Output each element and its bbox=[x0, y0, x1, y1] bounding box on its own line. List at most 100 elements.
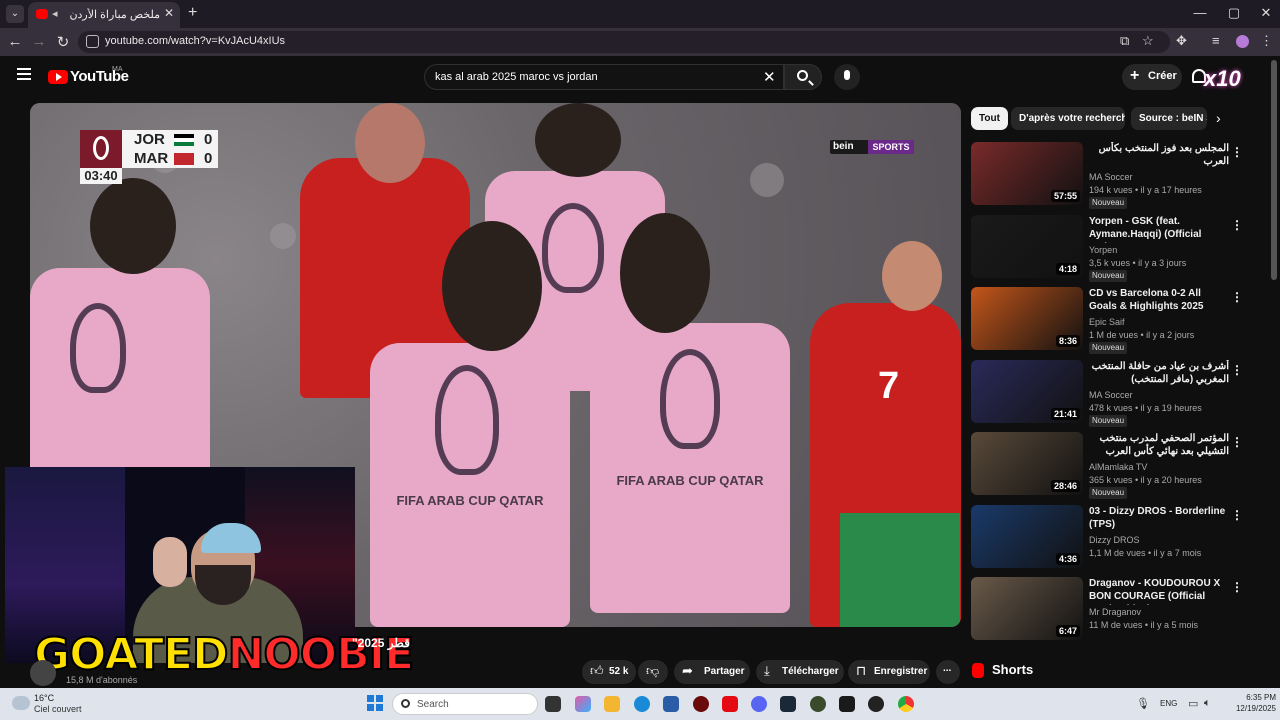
browser-tab-active[interactable]: ◂ ملخص مباراة الأردن والمغرب 2-3 ✕ bbox=[28, 2, 180, 28]
channel-name[interactable]: MA Soccer bbox=[1089, 172, 1133, 182]
channel-name[interactable]: Dizzy DROS bbox=[1089, 535, 1140, 545]
taskbar-search-input[interactable]: Search bbox=[392, 693, 538, 715]
channel-name[interactable]: Yorpen bbox=[1089, 245, 1117, 255]
site-info-icon[interactable] bbox=[86, 35, 99, 48]
recommended-video[interactable]: 28:46 المؤتمر الصحفي لمدرب منتخب التشيلي … bbox=[971, 432, 1261, 499]
bookmark-star-icon[interactable]: ☆ bbox=[1142, 33, 1154, 49]
clock-time[interactable]: 6:35 PM bbox=[1224, 693, 1276, 702]
edge-icon[interactable] bbox=[634, 696, 650, 712]
video-thumbnail[interactable]: 4:18 bbox=[971, 214, 1083, 278]
youtube-logo-icon[interactable] bbox=[48, 70, 68, 84]
address-bar[interactable]: youtube.com/watch?v=KvJAcU4xIUs bbox=[78, 31, 1170, 53]
forward-arrow-icon[interactable]: → bbox=[30, 33, 48, 50]
mic-tray-icon[interactable]: 🎙︎ bbox=[1136, 697, 1150, 710]
more-options-icon[interactable]: ⋮ bbox=[1231, 435, 1243, 449]
cloud-icon[interactable] bbox=[12, 696, 30, 710]
more-options-icon[interactable]: ⋮ bbox=[1231, 218, 1243, 232]
create-button[interactable]: + Créer bbox=[1122, 64, 1182, 90]
video-thumbnail[interactable]: 28:46 bbox=[971, 432, 1083, 495]
channel-name[interactable]: Epic Saif bbox=[1089, 317, 1125, 327]
windows-start-icon[interactable] bbox=[367, 695, 383, 711]
recommended-video[interactable]: 21:41 أشرف بن عياد من حافلة المنتخب المغر… bbox=[971, 359, 1261, 427]
channel-name[interactable]: Mr Draganov bbox=[1089, 607, 1141, 617]
more-options-icon[interactable]: ⋮ bbox=[1231, 508, 1243, 522]
reading-list-icon[interactable]: ≡ bbox=[1212, 33, 1220, 48]
recommended-video[interactable]: 57:55 المجلس بعد فوز المنتخب بكأس العرب MA… bbox=[971, 142, 1261, 209]
menu-icon[interactable] bbox=[17, 68, 31, 80]
chip-all[interactable]: Tout bbox=[971, 107, 1008, 130]
maximize-icon[interactable]: ▢ bbox=[1224, 5, 1244, 21]
dislike-button[interactable]: 👎︎ bbox=[638, 660, 668, 684]
clear-search-icon[interactable]: ✕ bbox=[763, 68, 776, 86]
search-input[interactable]: kas al arab 2025 maroc vs jordan ✕ bbox=[424, 64, 784, 90]
shorts-section-header[interactable]: Shorts bbox=[972, 661, 1052, 681]
copilot-icon[interactable] bbox=[575, 696, 591, 712]
reload-icon[interactable]: ↻ bbox=[54, 33, 72, 51]
opera-icon[interactable] bbox=[693, 696, 709, 712]
video-thumbnail[interactable]: 21:41 bbox=[971, 359, 1083, 423]
channel-name[interactable]: AlMamlaka TV bbox=[1089, 462, 1147, 472]
obs-icon[interactable] bbox=[868, 696, 884, 712]
download-button[interactable]: ⤓ Télécharger bbox=[756, 660, 844, 684]
chip-based-on-search[interactable]: D'après votre recherche bbox=[1011, 107, 1125, 130]
more-actions-button[interactable]: ... bbox=[936, 660, 960, 684]
recommended-video-title[interactable]: CD vs Barcelona 0-2 All Goals & Highligh… bbox=[1089, 287, 1229, 315]
audio-playing-icon[interactable]: ◂ bbox=[52, 7, 58, 20]
minimize-icon[interactable]: — bbox=[1190, 5, 1210, 20]
search-query-text[interactable]: kas al arab 2025 maroc vs jordan bbox=[435, 71, 598, 83]
task-view-icon[interactable] bbox=[545, 696, 561, 712]
channel-avatar[interactable] bbox=[30, 660, 56, 686]
recommended-video-title[interactable]: المؤتمر الصحفي لمدرب منتخب التشيلي بعد ن… bbox=[1089, 432, 1229, 460]
profile-avatar[interactable] bbox=[1236, 35, 1249, 48]
more-options-icon[interactable]: ⋮ bbox=[1231, 580, 1243, 594]
recommended-video-title[interactable]: 03 - Dizzy DROS - Borderline (TPS) bbox=[1089, 505, 1229, 533]
share-button[interactable]: ➦ Partager bbox=[674, 660, 750, 684]
input-language[interactable]: ENG bbox=[1160, 699, 1177, 708]
chrome-icon[interactable] bbox=[898, 696, 914, 712]
recommended-video[interactable]: 6:47 Draganov - KOUDOUROU X BON COURAGE (… bbox=[971, 577, 1261, 643]
weather-temperature[interactable]: 16°C bbox=[34, 693, 54, 703]
extensions-icon[interactable]: ✥ bbox=[1176, 33, 1187, 49]
browser-menu-icon[interactable]: ⋮ bbox=[1260, 33, 1273, 49]
video-thumbnail[interactable]: 57:55 bbox=[971, 142, 1083, 205]
recommended-video[interactable]: 4:36 03 - Dizzy DROS - Borderline (TPS) Di… bbox=[971, 504, 1261, 571]
recommended-video-title[interactable]: Yorpen - GSK (feat. Aymane.Haqqi) (Offic… bbox=[1089, 215, 1229, 243]
cast-icon[interactable]: ⧉ bbox=[1120, 33, 1129, 49]
weather-description[interactable]: Ciel couvert bbox=[34, 704, 82, 714]
volume-icon[interactable]: 🔈︎ bbox=[1204, 697, 1211, 710]
chip-source[interactable]: Source : beIN S bbox=[1131, 107, 1207, 130]
page-scrollbar[interactable] bbox=[1271, 60, 1277, 280]
more-options-icon[interactable]: ⋮ bbox=[1231, 145, 1243, 159]
recommended-video[interactable]: 4:18 Yorpen - GSK (feat. Aymane.Haqqi) (O… bbox=[971, 214, 1261, 282]
recommended-video[interactable]: 8:36 CD vs Barcelona 0-2 All Goals & High… bbox=[971, 287, 1261, 354]
more-options-icon[interactable]: ⋮ bbox=[1231, 363, 1243, 377]
video-thumbnail[interactable]: 4:36 bbox=[971, 504, 1083, 568]
recommended-video-title[interactable]: المجلس بعد فوز المنتخب بكأس العرب bbox=[1089, 142, 1229, 170]
save-button[interactable]: ⊓ Enregistrer bbox=[848, 660, 930, 684]
nvidia-icon[interactable] bbox=[839, 696, 855, 712]
video-thumbnail[interactable]: 6:47 bbox=[971, 577, 1083, 640]
video-thumbnail[interactable]: 8:36 bbox=[971, 287, 1083, 350]
recommended-video-title[interactable]: أشرف بن عياد من حافلة المنتخب المغربي (م… bbox=[1089, 360, 1229, 388]
discord-icon[interactable] bbox=[751, 696, 767, 712]
recommended-video-title[interactable]: Draganov - KOUDOUROU X BON COURAGE (Offi… bbox=[1089, 577, 1229, 605]
tab-search-button[interactable]: ⌄ bbox=[6, 5, 24, 23]
app-icon[interactable] bbox=[810, 696, 826, 712]
steam-icon[interactable] bbox=[780, 696, 796, 712]
chevron-right-icon[interactable]: › bbox=[1216, 110, 1221, 126]
back-arrow-icon[interactable]: ← bbox=[6, 33, 24, 50]
new-tab-button[interactable]: + bbox=[188, 4, 197, 22]
voice-search-button[interactable] bbox=[834, 64, 860, 90]
clock-date[interactable]: 12/19/2025 bbox=[1224, 704, 1276, 713]
tab-close-icon[interactable]: ✕ bbox=[164, 6, 174, 20]
channel-name[interactable]: MA Soccer bbox=[1089, 390, 1133, 400]
file-explorer-icon[interactable] bbox=[604, 696, 620, 712]
store-icon[interactable] bbox=[663, 696, 679, 712]
url-text[interactable]: youtube.com/watch?v=KvJAcU4xIUs bbox=[105, 35, 285, 47]
search-button[interactable] bbox=[784, 64, 822, 90]
like-button[interactable]: 👍︎ 52 k bbox=[582, 660, 636, 684]
network-icon[interactable]: ▭ bbox=[1188, 697, 1198, 710]
netflix-icon[interactable] bbox=[722, 696, 738, 712]
window-close-icon[interactable]: ✕ bbox=[1256, 5, 1276, 21]
more-options-icon[interactable]: ⋮ bbox=[1231, 290, 1243, 304]
